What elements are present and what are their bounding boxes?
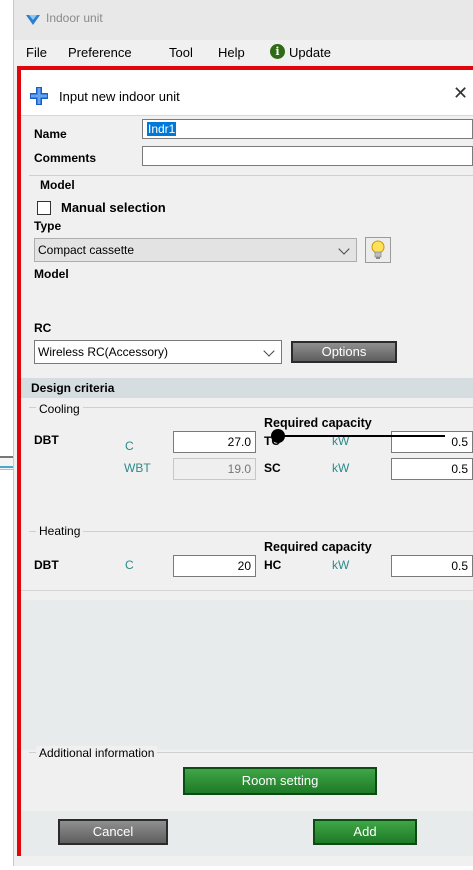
background-window-accent bbox=[0, 466, 13, 468]
sc-unit: kW bbox=[332, 461, 350, 475]
heating-group-label: Heating bbox=[36, 524, 84, 538]
heating-dbt-label: DBT bbox=[34, 558, 59, 572]
add-button[interactable]: Add bbox=[313, 819, 417, 845]
cooling-dbt-input[interactable]: 27.0 bbox=[173, 431, 256, 453]
cooling-group-label: Cooling bbox=[36, 402, 83, 416]
menu-bar: File Preference Tool Help i Update bbox=[14, 40, 473, 64]
window-title: Indoor unit bbox=[46, 11, 103, 25]
cooling-group-border bbox=[29, 407, 473, 408]
dialog-title: Input new indoor unit bbox=[59, 89, 180, 104]
hc-label: HC bbox=[264, 558, 282, 572]
rc-label: RC bbox=[34, 321, 52, 335]
add-unit-icon bbox=[30, 87, 48, 105]
cooling-required-capacity-label: Required capacity bbox=[264, 416, 372, 430]
sc-label: SC bbox=[264, 461, 281, 475]
dialog-header: Input new indoor unit ✕ bbox=[21, 70, 473, 116]
heating-dbt-unit: C bbox=[125, 558, 134, 572]
room-setting-button[interactable]: Room setting bbox=[183, 767, 377, 795]
name-label: Name bbox=[34, 127, 67, 141]
model-label: Model bbox=[34, 267, 69, 281]
manual-selection-label: Manual selection bbox=[61, 200, 166, 215]
heating-group-border bbox=[29, 531, 473, 532]
additional-group-label: Additional information bbox=[36, 746, 158, 760]
chevron-down-icon bbox=[338, 243, 350, 255]
cooling-dbt-unit: C bbox=[125, 439, 134, 453]
empty-area bbox=[21, 600, 473, 750]
menu-tool[interactable]: Tool bbox=[169, 45, 193, 60]
wbt-input: 19.0 bbox=[173, 458, 256, 480]
lightbulb-icon bbox=[371, 240, 385, 259]
rc-dropdown[interactable]: Wireless RC(Accessory) bbox=[34, 340, 282, 364]
name-input[interactable]: Indr1 bbox=[142, 119, 473, 139]
new-indoor-unit-panel: Input new indoor unit ✕ Name Indr1 Comme… bbox=[17, 66, 473, 856]
menu-file[interactable]: File bbox=[26, 45, 47, 60]
close-icon[interactable]: ✕ bbox=[453, 83, 468, 104]
heating-dbt-input[interactable]: 20 bbox=[173, 555, 256, 577]
type-dropdown[interactable]: Compact cassette bbox=[34, 238, 357, 262]
menu-update[interactable]: Update bbox=[289, 45, 331, 60]
menu-help[interactable]: Help bbox=[218, 45, 245, 60]
annotation-pointer bbox=[271, 429, 445, 443]
app-icon bbox=[26, 15, 40, 25]
cooling-dbt-label: DBT bbox=[34, 433, 59, 447]
title-bar: Indoor unit bbox=[14, 0, 473, 40]
hint-button[interactable] bbox=[365, 237, 391, 263]
type-dropdown-value: Compact cassette bbox=[38, 243, 135, 257]
comments-input[interactable] bbox=[142, 146, 473, 166]
rc-dropdown-value: Wireless RC(Accessory) bbox=[38, 345, 169, 359]
cancel-button[interactable]: Cancel bbox=[58, 819, 168, 845]
hc-input[interactable]: 0.5 bbox=[391, 555, 473, 577]
comments-label: Comments bbox=[34, 151, 97, 165]
model-group-border bbox=[29, 175, 473, 176]
sc-input[interactable]: 0.5 bbox=[391, 458, 473, 480]
heating-required-capacity-label: Required capacity bbox=[264, 540, 372, 554]
heating-group-bottom bbox=[21, 590, 473, 600]
info-icon[interactable]: i bbox=[270, 44, 285, 59]
model-group-label: Model bbox=[38, 178, 77, 192]
options-button[interactable]: Options bbox=[291, 341, 397, 363]
chevron-down-icon bbox=[263, 345, 275, 357]
hc-unit: kW bbox=[332, 558, 350, 572]
manual-selection-checkbox[interactable] bbox=[37, 201, 51, 215]
wbt-label: WBT bbox=[124, 461, 151, 475]
design-criteria-header: Design criteria bbox=[21, 378, 473, 398]
menu-preference[interactable]: Preference bbox=[68, 45, 132, 60]
type-label: Type bbox=[34, 219, 62, 233]
